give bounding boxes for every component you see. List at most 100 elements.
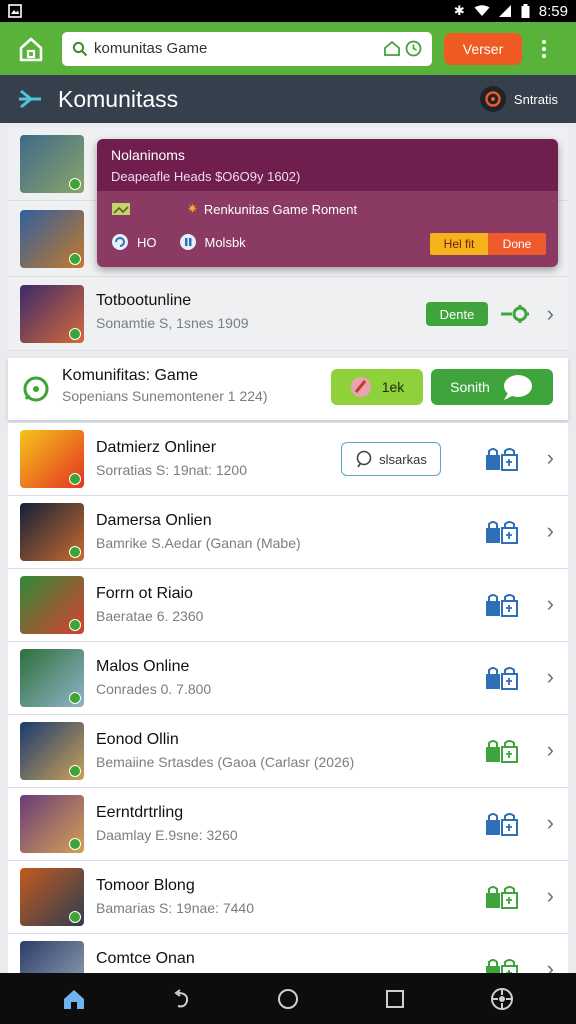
installed-badge-icon bbox=[69, 328, 81, 340]
nav-settings-icon[interactable] bbox=[482, 979, 522, 1019]
chat-bubble-icon bbox=[23, 376, 49, 402]
game-title: Totbootunline bbox=[96, 292, 192, 309]
done-button[interactable]: Dente bbox=[426, 302, 488, 326]
game-row[interactable]: Damersa Onlien Bamrike S.Aedar (Ganan (Ma… bbox=[8, 496, 568, 569]
installed-badge-icon bbox=[69, 253, 81, 265]
home-outline-icon[interactable] bbox=[383, 40, 401, 56]
title-bar: Komunitass Sntratis bbox=[0, 75, 576, 123]
status-bar: ✱ 8:59 bbox=[0, 0, 576, 22]
featured-community-bar: Komunifitas: Game Sopenians Sunemontener… bbox=[8, 358, 568, 420]
chevron-right-icon: › bbox=[546, 301, 554, 326]
game-subtitle: Bamrike S.Aedar (Ganan (Mabe) bbox=[96, 535, 301, 551]
installed-badge-icon bbox=[69, 765, 81, 777]
game-thumbnail bbox=[20, 795, 84, 853]
game-subtitle: Bamarias S: 19nae: 7440 bbox=[96, 900, 254, 916]
community-popup[interactable]: Nolaninoms Deapeafle Heads $O6O9y 1602) … bbox=[97, 139, 558, 267]
help-pill-button[interactable]: Hel fit bbox=[430, 233, 488, 255]
bluetooth-icon: ✱ bbox=[453, 3, 465, 18]
file-icon[interactable] bbox=[179, 233, 197, 251]
store-bag-icon[interactable] bbox=[484, 446, 520, 472]
game-thumbnail bbox=[20, 135, 84, 193]
battery-icon bbox=[521, 4, 530, 18]
sync-icon[interactable] bbox=[111, 233, 129, 251]
game-subtitle: Sorratias S: 19nat: 1200 bbox=[96, 462, 247, 478]
game-title: Datmierz Onliner bbox=[96, 439, 217, 456]
page-title: Komunitass bbox=[58, 85, 179, 112]
search-community-button[interactable]: Sonith bbox=[431, 369, 553, 405]
game-thumbnail bbox=[20, 649, 84, 707]
screen: ✱ 8:59 Verser Komunitass bbox=[0, 0, 576, 1024]
installed-badge-icon bbox=[69, 473, 81, 485]
app-bar: Verser bbox=[0, 22, 576, 75]
chevron-right-icon: › bbox=[546, 737, 554, 762]
chevron-right-icon: › bbox=[546, 591, 554, 616]
featured-title: Komunifitas: Game bbox=[62, 367, 199, 384]
popup-title: Nolaninoms bbox=[111, 147, 185, 163]
chevron-right-icon: › bbox=[546, 445, 554, 470]
record-icon bbox=[479, 86, 506, 112]
game-title: Eerntdrtrling bbox=[96, 804, 184, 821]
game-title: Forrn ot Riaio bbox=[96, 585, 193, 602]
game-row[interactable]: Forrn ot Riaio Baeratae 6. 2360 › bbox=[8, 569, 568, 642]
clock-icon[interactable] bbox=[405, 40, 422, 57]
nav-recents-icon[interactable] bbox=[375, 979, 415, 1019]
nav-home-icon[interactable] bbox=[54, 979, 94, 1019]
game-title: Tomoor Blong bbox=[96, 877, 195, 894]
game-thumbnail bbox=[20, 868, 84, 926]
game-row[interactable]: Malos Online Conrades 0. 7.800 › bbox=[8, 642, 568, 715]
game-row[interactable]: Tomoor Blong Bamarias S: 19nae: 7440 › bbox=[8, 861, 568, 934]
chevron-right-icon: › bbox=[546, 518, 554, 543]
primary-action-button[interactable]: Verser bbox=[444, 32, 522, 65]
nav-circle-icon[interactable] bbox=[268, 979, 308, 1019]
featured-subtitle: Sopenians Sunemontener 1 224) bbox=[62, 388, 268, 404]
game-list: Totbootunline Sonamtie S, 1snes 1909 Den… bbox=[0, 123, 576, 1007]
home-button[interactable] bbox=[14, 32, 48, 66]
like-button[interactable]: 1ek bbox=[331, 369, 423, 405]
chevron-right-icon: › bbox=[546, 883, 554, 908]
overflow-menu-icon[interactable] bbox=[534, 39, 554, 58]
chevron-right-icon: › bbox=[546, 810, 554, 835]
search-icon bbox=[72, 41, 88, 56]
stats-button[interactable]: Sntratis bbox=[479, 86, 558, 112]
store-bag-icon[interactable] bbox=[484, 811, 520, 837]
popup-line2-left: HO bbox=[137, 234, 157, 250]
navigation-bar bbox=[0, 973, 576, 1024]
chevron-right-icon: › bbox=[546, 664, 554, 689]
gear-icon[interactable] bbox=[500, 303, 530, 325]
store-bag-icon[interactable] bbox=[484, 884, 520, 910]
search-game-label: slsarkas bbox=[379, 451, 427, 467]
done-pill-button[interactable]: Done bbox=[488, 233, 546, 255]
like-label: 1ek bbox=[381, 379, 405, 395]
popup-subtitle: Deapeafle Heads $O6O9y 1602) bbox=[111, 169, 301, 184]
popup-line1-text: Renkunitas Game Roment bbox=[203, 201, 358, 217]
popup-body: ✷ Renkunitas Game Roment HO Molsbk Hel fi… bbox=[97, 191, 558, 267]
star-icon: ✷ bbox=[187, 201, 198, 216]
game-title: Comtce Onan bbox=[96, 950, 195, 967]
game-row[interactable]: Datmierz Onliner Sorratias S: 19nat: 1200… bbox=[8, 423, 568, 496]
game-thumbnail bbox=[20, 722, 84, 780]
game-subtitle: Sonamtie S, 1snes 1909 bbox=[96, 315, 249, 331]
search-input[interactable] bbox=[94, 40, 377, 57]
game-thumbnail bbox=[20, 430, 84, 488]
game-subtitle: Baeratae 6. 2360 bbox=[96, 608, 204, 624]
game-row[interactable]: Eerntdrtrling Daamlay E.9sne: 3260 › bbox=[8, 788, 568, 861]
installed-badge-icon bbox=[69, 911, 81, 923]
arrow-menu-icon[interactable] bbox=[18, 88, 44, 110]
installed-badge-icon bbox=[69, 692, 81, 704]
store-bag-icon[interactable] bbox=[484, 665, 520, 691]
installed-badge-icon bbox=[69, 619, 81, 631]
wifi-icon bbox=[474, 5, 490, 16]
game-row[interactable]: Eonod Ollin Bemaiine Srtasdes (Gaoa (Carl… bbox=[8, 715, 568, 788]
game-thumbnail bbox=[20, 576, 84, 634]
search-game-button[interactable]: slsarkas bbox=[341, 442, 441, 476]
game-thumbnail bbox=[20, 503, 84, 561]
search-box[interactable] bbox=[62, 31, 432, 66]
game-title: Malos Online bbox=[96, 658, 190, 675]
signal-icon bbox=[498, 5, 511, 17]
nav-back-icon[interactable] bbox=[161, 979, 201, 1019]
house-icon bbox=[19, 37, 43, 61]
store-bag-icon[interactable] bbox=[484, 519, 520, 545]
list-item[interactable]: Totbootunline Sonamtie S, 1snes 1909 Den… bbox=[8, 277, 568, 351]
store-bag-icon[interactable] bbox=[484, 738, 520, 764]
store-bag-icon[interactable] bbox=[484, 592, 520, 618]
